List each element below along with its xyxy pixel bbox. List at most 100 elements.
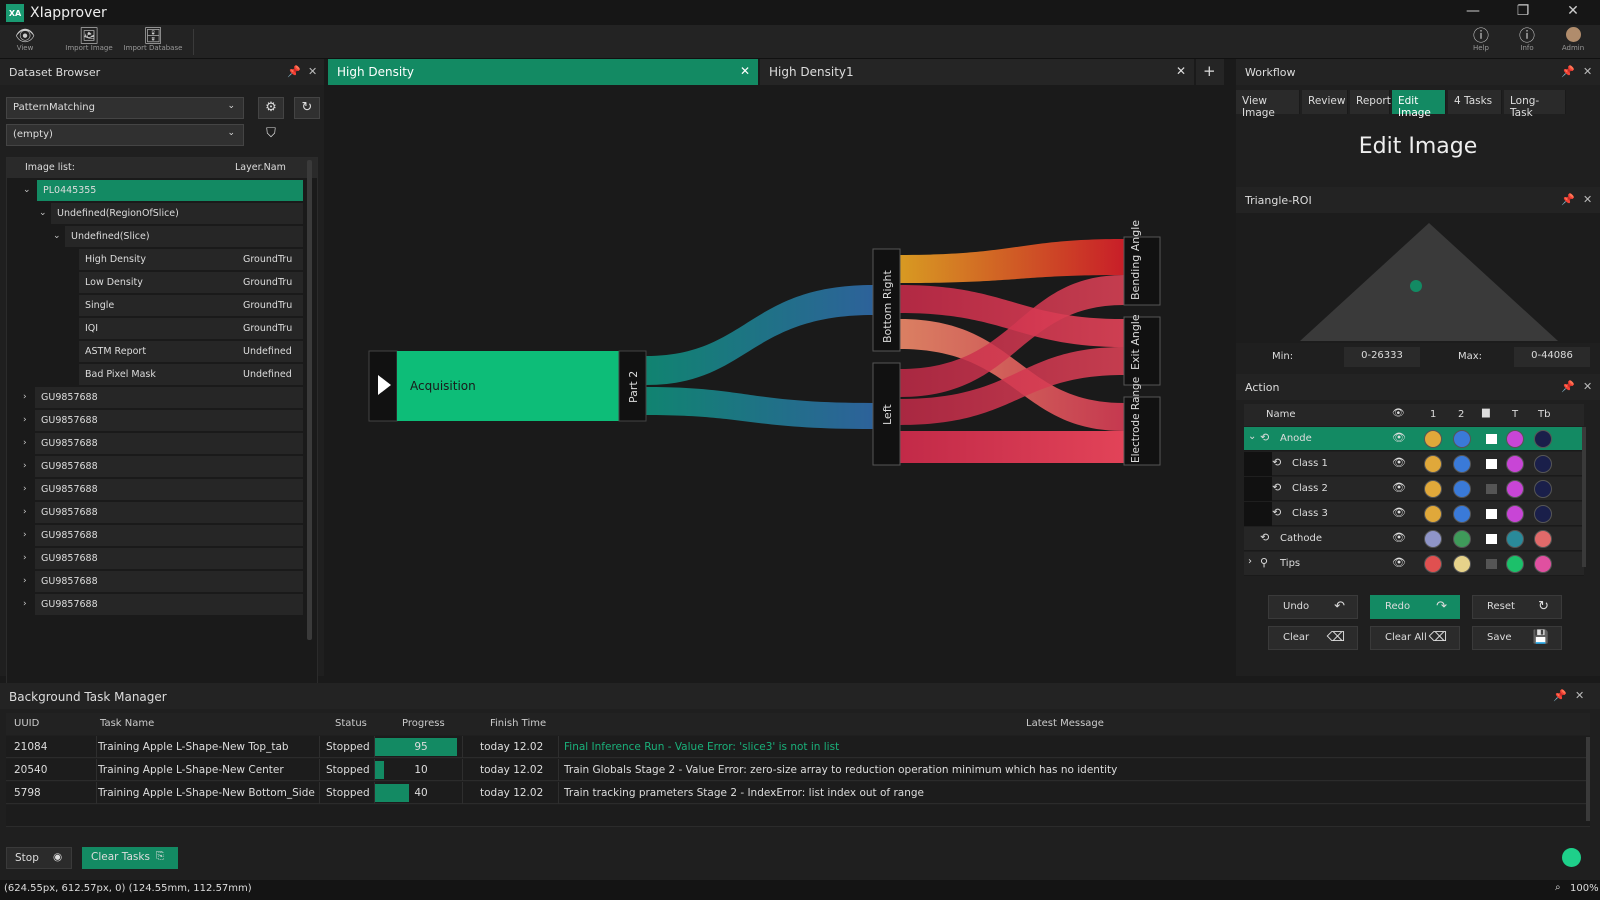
node-bottom-right[interactable]: Bottom Right bbox=[872, 248, 901, 352]
settings-button[interactable]: ⚙ bbox=[258, 97, 284, 119]
tree-item-leaf[interactable]: IQI GroundTru bbox=[7, 318, 317, 340]
add-tab-button[interactable]: + bbox=[1196, 59, 1224, 85]
tree-item-group[interactable]: › GU9857688 bbox=[7, 502, 317, 524]
roi-canvas[interactable] bbox=[1236, 213, 1600, 343]
comment-icon[interactable] bbox=[1486, 534, 1497, 544]
close-icon[interactable]: ✕ bbox=[1176, 64, 1186, 78]
import-database-button[interactable]: 🗄 Import Database bbox=[120, 27, 186, 57]
chevron-right-icon[interactable]: › bbox=[23, 392, 27, 402]
action-row-cathode[interactable]: ⟲ Cathode 👁 bbox=[1244, 527, 1584, 551]
import-image-button[interactable]: 🖼 Import Image bbox=[62, 27, 116, 57]
tab-high-density1[interactable]: High Density1 ✕ bbox=[760, 59, 1194, 85]
color-swatch[interactable] bbox=[1534, 505, 1552, 523]
task-scrollbar[interactable] bbox=[1586, 737, 1590, 821]
eye-icon[interactable]: 👁 bbox=[1392, 456, 1406, 469]
save-button[interactable]: Save 💾 bbox=[1472, 626, 1562, 650]
node-bending-angle[interactable]: Bending Angle bbox=[1123, 220, 1161, 306]
color-swatch[interactable] bbox=[1506, 530, 1524, 548]
tab-4-tasks[interactable]: 4 Tasks bbox=[1448, 90, 1502, 114]
chevron-right-icon[interactable]: › bbox=[23, 484, 27, 494]
table-row[interactable]: 5798 Training Apple L-Shape-New Bottom_Si… bbox=[6, 782, 1590, 804]
chevron-right-icon[interactable]: › bbox=[23, 438, 27, 448]
color-swatch[interactable] bbox=[1453, 480, 1471, 498]
color-swatch[interactable] bbox=[1534, 430, 1552, 448]
comment-icon[interactable] bbox=[1486, 484, 1497, 494]
tree-item-group[interactable]: › GU9857688 bbox=[7, 594, 317, 616]
tree-item-group[interactable]: › GU9857688 bbox=[7, 410, 317, 432]
tab-review[interactable]: Review bbox=[1302, 90, 1348, 114]
redo-button[interactable]: Redo ↷ bbox=[1370, 595, 1460, 619]
tree-item-group[interactable]: › GU9857688 bbox=[7, 479, 317, 501]
close-icon[interactable]: ✕ bbox=[1583, 380, 1592, 393]
color-swatch[interactable] bbox=[1424, 530, 1442, 548]
tree-item-group[interactable]: › GU9857688 bbox=[7, 548, 317, 570]
color-swatch[interactable] bbox=[1506, 505, 1524, 523]
tree-item-region[interactable]: ⌄ Undefined(RegionOfSlice) bbox=[7, 203, 317, 225]
layer-select[interactable]: (empty) ⌄ bbox=[6, 124, 244, 146]
color-swatch[interactable] bbox=[1534, 530, 1552, 548]
pin-icon[interactable]: 📌 bbox=[1561, 65, 1575, 78]
color-swatch[interactable] bbox=[1424, 455, 1442, 473]
view-button[interactable]: 👁 View bbox=[10, 27, 40, 57]
tree-item-leaf[interactable]: Single GroundTru bbox=[7, 295, 317, 317]
node-electrode-range[interactable]: Electrode Range bbox=[1123, 377, 1161, 466]
color-swatch[interactable] bbox=[1534, 455, 1552, 473]
color-swatch[interactable] bbox=[1453, 530, 1471, 548]
action-scrollbar[interactable] bbox=[1582, 427, 1586, 567]
close-icon[interactable]: ✕ bbox=[740, 64, 750, 78]
tree-item-group[interactable]: › GU9857688 bbox=[7, 525, 317, 547]
comment-icon[interactable] bbox=[1486, 559, 1497, 569]
tree-item-leaf[interactable]: Low Density GroundTru bbox=[7, 272, 317, 294]
chevron-down-icon[interactable]: ⌄ bbox=[1248, 431, 1256, 442]
action-row-class-3[interactable]: ⟲ Class 3 👁 bbox=[1244, 502, 1584, 526]
minimize-icon[interactable]: — bbox=[1458, 3, 1488, 23]
color-swatch[interactable] bbox=[1534, 555, 1552, 573]
chevron-down-icon[interactable]: ⌄ bbox=[53, 231, 61, 241]
table-row[interactable]: 21084 Training Apple L-Shape-New Top_tab S… bbox=[6, 736, 1590, 758]
tree-item-group[interactable]: › GU9857688 bbox=[7, 433, 317, 455]
tree-item-group[interactable]: › GU9857688 bbox=[7, 571, 317, 593]
close-icon[interactable]: ✕ bbox=[1558, 3, 1588, 23]
chevron-down-icon[interactable]: ⌄ bbox=[39, 208, 47, 218]
tab-edit-image[interactable]: Edit Image bbox=[1392, 90, 1446, 119]
close-icon[interactable]: ✕ bbox=[1583, 65, 1592, 78]
pin-icon[interactable]: 📌 bbox=[287, 65, 301, 78]
comment-icon[interactable] bbox=[1486, 459, 1497, 469]
help-button[interactable]: ⓘ Help bbox=[1468, 27, 1494, 57]
eye-icon[interactable]: 👁 bbox=[1392, 531, 1406, 544]
action-row-tips[interactable]: › ⚲ Tips 👁 bbox=[1244, 552, 1584, 576]
chevron-right-icon[interactable]: › bbox=[23, 576, 27, 586]
pattern-select[interactable]: PatternMatching ⌄ bbox=[6, 97, 244, 119]
color-swatch[interactable] bbox=[1534, 480, 1552, 498]
chevron-down-icon[interactable]: ⌄ bbox=[23, 185, 31, 195]
color-swatch[interactable] bbox=[1506, 430, 1524, 448]
chevron-right-icon[interactable]: › bbox=[1248, 556, 1252, 567]
chevron-right-icon[interactable]: › bbox=[23, 507, 27, 517]
comment-icon[interactable] bbox=[1486, 434, 1497, 444]
color-swatch[interactable] bbox=[1453, 430, 1471, 448]
color-swatch[interactable] bbox=[1424, 505, 1442, 523]
chevron-right-icon[interactable]: › bbox=[23, 530, 27, 540]
action-row-class-1[interactable]: ⟲ Class 1 👁 bbox=[1244, 452, 1584, 476]
table-row[interactable]: 20540 Training Apple L-Shape-New Center St… bbox=[6, 759, 1590, 781]
tree-item-group[interactable]: › GU9857688 bbox=[7, 456, 317, 478]
vertical-scrollbar[interactable] bbox=[307, 160, 312, 640]
clear-button[interactable]: Clear ⌫ bbox=[1268, 626, 1358, 650]
roi-min-field[interactable]: 0-26333 bbox=[1344, 347, 1420, 367]
chevron-right-icon[interactable]: › bbox=[23, 599, 27, 609]
color-swatch[interactable] bbox=[1453, 555, 1471, 573]
chevron-right-icon[interactable]: › bbox=[23, 415, 27, 425]
undo-button[interactable]: Undo ↶ bbox=[1268, 595, 1358, 619]
reset-button[interactable]: Reset ↻ bbox=[1472, 595, 1562, 619]
color-swatch[interactable] bbox=[1424, 430, 1442, 448]
eye-icon[interactable]: 👁 bbox=[1392, 506, 1406, 519]
clear-tasks-button[interactable]: Clear Tasks ⎘ bbox=[82, 847, 178, 869]
node-left[interactable]: Left bbox=[872, 362, 901, 466]
color-swatch[interactable] bbox=[1506, 555, 1524, 573]
color-swatch[interactable] bbox=[1453, 455, 1471, 473]
node-acquisition[interactable]: Acquisition Part 2 bbox=[368, 350, 647, 422]
tab-high-density[interactable]: High Density ✕ bbox=[328, 59, 758, 85]
stop-button[interactable]: Stop ◉ bbox=[6, 847, 72, 869]
roi-max-field[interactable]: 0-44086 bbox=[1514, 347, 1590, 367]
info-button[interactable]: ⓘ Info bbox=[1514, 27, 1540, 57]
